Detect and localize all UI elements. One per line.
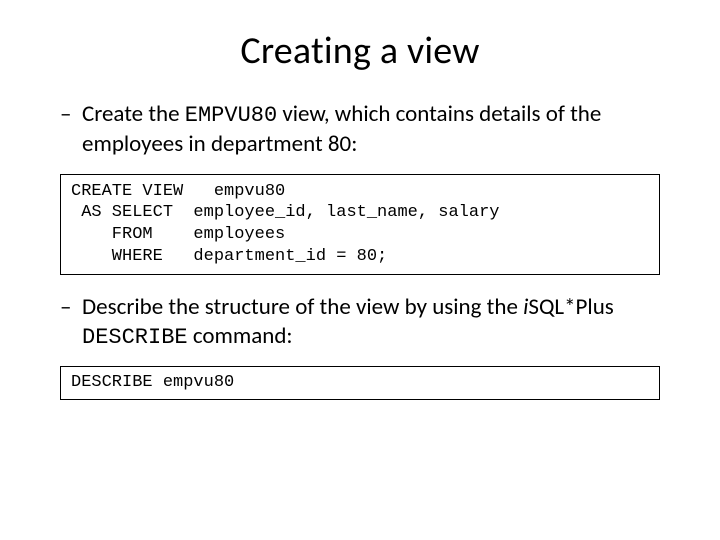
bullet-1-text-a: Create the (82, 100, 185, 128)
bullet-2-text-c: command: (188, 322, 293, 350)
bullet-1-code: EMPVU80 (185, 103, 277, 128)
bullet-list: – Create the EMPVU80 view, which contain… (60, 100, 660, 400)
bullet-dash: – (60, 100, 71, 129)
slide: Creating a view – Create the EMPVU80 vie… (0, 0, 720, 540)
bullet-1: – Create the EMPVU80 view, which contain… (60, 100, 660, 160)
code-block-describe: DESCRIBE empvu80 (60, 366, 660, 400)
bullet-dash: – (60, 293, 71, 322)
bullet-2: – Describe the structure of the view by … (60, 293, 660, 353)
page-title: Creating a view (60, 28, 660, 74)
code-block-create-view: CREATE VIEW empvu80 AS SELECT employee_i… (60, 174, 660, 275)
bullet-2-text-b: SQL*Plus (528, 293, 613, 321)
bullet-2-code: DESCRIBE (82, 325, 188, 350)
bullet-2-text-a: Describe the structure of the view by us… (82, 293, 523, 321)
